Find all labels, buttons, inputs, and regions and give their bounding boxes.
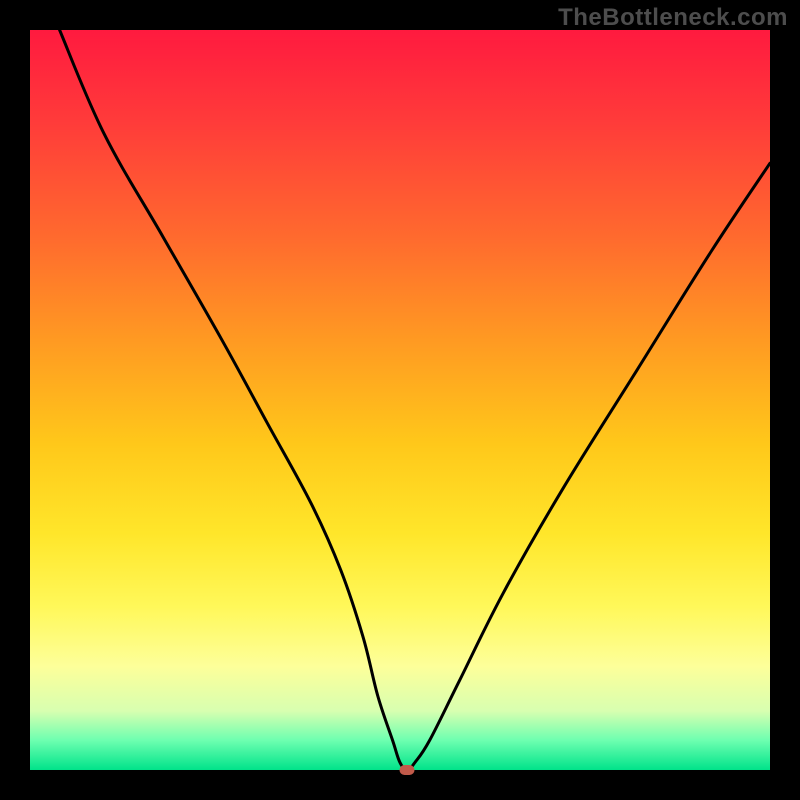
curve-svg [30, 30, 770, 770]
plot-area [30, 30, 770, 770]
bottleneck-curve [60, 30, 770, 770]
watermark-text: TheBottleneck.com [558, 4, 788, 32]
chart-frame: TheBottleneck.com [0, 0, 800, 800]
optimal-point-marker [400, 765, 415, 775]
